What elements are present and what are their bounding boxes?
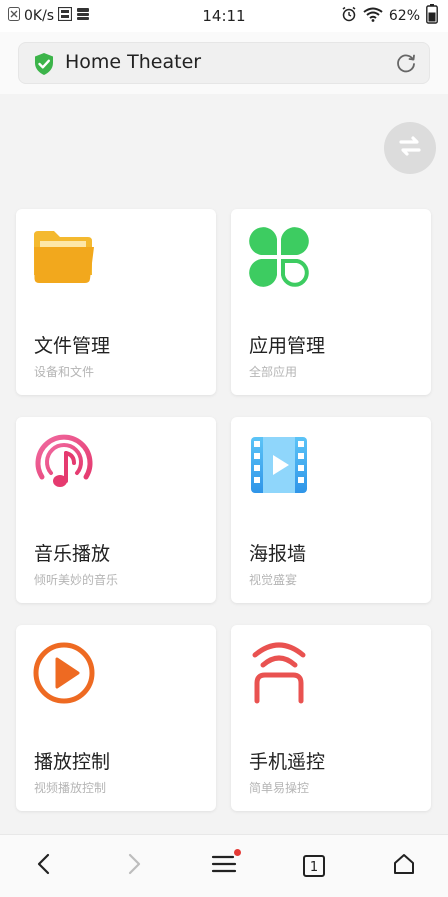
folder-icon: [32, 225, 96, 289]
remote-signal-icon: [247, 641, 311, 705]
forward-icon: [123, 852, 143, 880]
switch-arrows-icon: [395, 131, 425, 165]
card-subtitle: 视觉盛宴: [249, 573, 298, 587]
card-title: 文件管理: [34, 335, 111, 357]
notification-dot: [234, 849, 241, 856]
card-title: 播放控制: [34, 751, 111, 773]
card-title: 应用管理: [249, 335, 326, 357]
play-circle-icon: [32, 641, 96, 705]
forward-button[interactable]: [118, 851, 148, 881]
card-title: 手机遥控: [249, 751, 326, 773]
back-button[interactable]: [30, 851, 60, 881]
card-poster-wall[interactable]: 海报墙 视觉盛宴: [231, 417, 431, 603]
header: Home Theater: [0, 32, 448, 94]
refresh-icon[interactable]: [395, 52, 417, 74]
tabs-icon: 1: [303, 855, 325, 877]
home-button[interactable]: [389, 851, 419, 881]
card-subtitle: 视频播放控制: [34, 781, 107, 795]
clover-apps-icon: [247, 225, 311, 289]
alarm-icon: [341, 6, 357, 26]
status-right: 62%: [341, 0, 438, 32]
card-title: 海报墙: [249, 543, 307, 565]
status-bar: 0K/s 14:11 62%: [0, 0, 448, 32]
switch-arrows-button[interactable]: [384, 122, 436, 174]
card-phone-remote[interactable]: 手机遥控 简单易操控: [231, 625, 431, 811]
music-note-icon: [32, 433, 96, 497]
menu-button[interactable]: [209, 849, 241, 881]
page-title: Home Theater: [65, 51, 202, 73]
main-content: 文件管理 设备和文件 应用管理 全部应用 音乐播放 倾听美妙的音乐 海报墙 视觉…: [0, 94, 448, 834]
card-music-player[interactable]: 音乐播放 倾听美妙的音乐: [16, 417, 216, 603]
film-play-icon: [247, 433, 311, 497]
tabs-button[interactable]: 1: [299, 851, 329, 881]
card-playback-control[interactable]: 播放控制 视频播放控制: [16, 625, 216, 811]
menu-icon: [211, 849, 241, 879]
bottom-nav: 1: [0, 834, 448, 897]
card-subtitle: 设备和文件: [34, 365, 95, 379]
battery-icon: [426, 4, 438, 28]
back-icon: [35, 852, 55, 880]
card-subtitle: 简单易操控: [249, 781, 310, 795]
card-app-manager[interactable]: 应用管理 全部应用: [231, 209, 431, 395]
shield-check-icon: [33, 52, 55, 76]
card-subtitle: 倾听美妙的音乐: [34, 573, 119, 587]
card-subtitle: 全部应用: [249, 365, 298, 379]
address-bar[interactable]: Home Theater: [18, 42, 430, 84]
tab-count: 1: [309, 860, 319, 875]
home-icon: [392, 852, 416, 880]
wifi-icon: [363, 7, 383, 26]
battery-percent: 62%: [388, 8, 420, 24]
card-file-manager[interactable]: 文件管理 设备和文件: [16, 209, 216, 395]
card-title: 音乐播放: [34, 543, 111, 565]
